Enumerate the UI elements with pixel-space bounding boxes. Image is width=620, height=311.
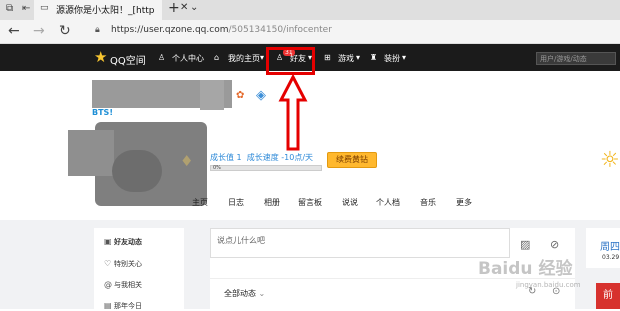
profile-name-fragment: BTS! xyxy=(92,108,113,117)
games-grid-icon: ⊞ xyxy=(324,53,331,62)
red-promo-card[interactable]: 前 xyxy=(596,283,620,309)
growth-value: 成长值 1 xyxy=(210,153,242,162)
growth-speed: 成长速度 -10点/天 xyxy=(246,153,314,162)
image-upload-icon[interactable]: ▨ xyxy=(520,238,530,251)
heart-icon: ♡ xyxy=(104,259,112,268)
tab-title: 源源你是小太阳！_[http xyxy=(56,6,155,16)
tab-home[interactable]: 主页 xyxy=(192,197,208,208)
address-bar-row: ← → ↻ 🔒︎ https://user.qzone.qq.com/50513… xyxy=(0,20,620,44)
avatar-blur-left xyxy=(68,130,114,176)
tab-list-chevron-icon[interactable]: ⌄ xyxy=(190,2,198,13)
sidebar-item-special-care[interactable]: ♡ 特别关心 xyxy=(104,259,142,269)
baidu-watermark: Baidu 经验 xyxy=(478,259,573,279)
browser-tab-bar: ⧉ ⇤ ▭ 源源你是小太阳！_[http ✕ + ⌄ xyxy=(0,0,620,20)
attach-icon[interactable]: ⊘ xyxy=(550,238,559,251)
nav-games[interactable]: 游戏 xyxy=(338,53,354,64)
date-month-day: 03.29 xyxy=(602,254,620,261)
sidebar-item-label: 特别关心 xyxy=(114,260,142,268)
back-arrow-icon[interactable]: ← xyxy=(8,23,20,39)
lock-icon: 🔒︎ xyxy=(95,25,100,35)
refresh-icon[interactable]: ↻ xyxy=(59,23,71,39)
url-field[interactable]: https://user.qzone.qq.com/505134150/info… xyxy=(111,25,332,35)
sidebar-item-on-this-day[interactable]: ▤ 那年今日 xyxy=(104,301,142,311)
tab-close-icon[interactable]: ✕ xyxy=(180,2,188,13)
qzone-star-logo-icon: ★ xyxy=(94,48,108,66)
date-weekday: 周四 xyxy=(600,242,620,253)
growth-progress-label: 0% xyxy=(213,165,221,171)
annotation-highlight-box xyxy=(266,47,315,75)
diamond-badge-icon: ◈ xyxy=(256,88,266,103)
renew-yellow-diamond-button[interactable]: 续费黄钻 xyxy=(327,152,377,168)
tab-more[interactable]: 更多 xyxy=(456,197,472,208)
new-tab-icon[interactable]: + xyxy=(168,0,180,16)
browser-tab-active[interactable]: ▭ 源源你是小太阳！_[http ✕ xyxy=(34,0,188,20)
home-icon: ⌂ xyxy=(214,53,220,62)
level-diamond-icon: ♦ xyxy=(180,152,194,170)
tab-music[interactable]: 音乐 xyxy=(420,197,436,208)
chevron-down-icon: ⌄ xyxy=(258,289,266,298)
tab-message-board[interactable]: 留言板 xyxy=(298,197,322,208)
tab-shuoshuo[interactable]: 说说 xyxy=(342,197,358,208)
feed-icon: ▣ xyxy=(104,237,112,246)
blurred-badge xyxy=(200,80,224,110)
feed-filter-label: 全部动态 xyxy=(224,289,256,298)
baidu-watermark-url: jingyan.baidu.com xyxy=(516,281,581,289)
tab-album[interactable]: 相册 xyxy=(264,197,280,208)
chevron-down-icon: ▾ xyxy=(402,53,407,62)
sidebar-item-label: 与我相关 xyxy=(114,281,142,289)
sidebar-item-label: 好友动态 xyxy=(114,238,142,246)
nav-my-home[interactable]: 我的主页 xyxy=(228,53,260,64)
sun-decoration-icon: ☼ xyxy=(600,148,620,173)
at-icon: @ xyxy=(104,280,112,289)
shirt-icon: ♜ xyxy=(370,53,378,62)
qzone-search-input[interactable]: 用户/游戏/动态 xyxy=(536,52,616,65)
chevron-down-icon: ▾ xyxy=(356,53,361,62)
url-path: /505134150/infocenter xyxy=(228,25,332,35)
sidebar-item-friend-feed[interactable]: ▣ 好友动态 xyxy=(104,237,142,247)
tab-profile[interactable]: 个人档 xyxy=(376,197,400,208)
qzone-logo-text[interactable]: QQ空间 xyxy=(110,52,146,67)
feed-filter-dropdown[interactable]: 全部动态 ⌄ xyxy=(224,288,265,299)
sidebar-item-related-to-me[interactable]: @ 与我相关 xyxy=(104,280,142,290)
url-host: https://user.qzone.qq.com xyxy=(111,25,229,35)
forward-arrow-icon[interactable]: → xyxy=(33,23,45,39)
growth-progress-bar: 0% xyxy=(210,165,322,171)
annotation-up-arrow-icon xyxy=(278,74,308,151)
avatar-blur-center xyxy=(112,150,162,192)
nav-dress-up[interactable]: 装扮 xyxy=(384,53,400,64)
vip-icon: ✿ xyxy=(236,90,245,101)
page-icon: ▭ xyxy=(40,3,49,13)
back-tabs-icon[interactable]: ⇤ xyxy=(22,3,30,14)
tab-blog[interactable]: 日志 xyxy=(228,197,244,208)
post-input[interactable]: 说点儿什么吧 xyxy=(210,228,510,258)
nav-personal-center[interactable]: 个人中心 xyxy=(172,53,204,64)
person-icon: ♙ xyxy=(158,53,166,62)
growth-info: 成长值 1 成长速度 -10点/天 xyxy=(210,152,313,163)
feed-sidebar: ▣ 好友动态 ♡ 特别关心 @ 与我相关 ▤ 那年今日 xyxy=(94,228,184,311)
chevron-down-icon: ▾ xyxy=(260,53,265,62)
tab-overview-icon[interactable]: ⧉ xyxy=(6,3,13,14)
